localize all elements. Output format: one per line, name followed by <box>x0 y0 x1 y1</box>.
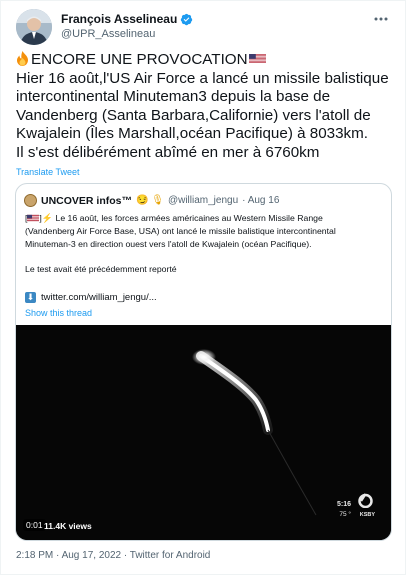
tweet-card: François Asselineau @UPR_Asselineau ENCO… <box>0 0 406 575</box>
quoted-text-line: Le test avait été précédemment reporté <box>25 264 177 275</box>
tweet-text: ENCORE UNE PROVOCATION Hier 16 août,l'US… <box>16 51 400 163</box>
quoted-tweet-header: UNCOVER infos™ 😏 🎙 @william_jengu · Aug … <box>24 194 279 207</box>
down-arrow-emoji-icon: ⬇ <box>25 292 36 303</box>
quoted-author-handle[interactable]: @william_jengu <box>168 195 238 206</box>
tweet-text-line: Hier 16 août,l'US Air Force a lancé un m… <box>16 69 389 87</box>
author-handle[interactable]: @UPR_Asselineau <box>61 28 193 40</box>
tweet-text-line: Kwajalein (Îles Marshall,océan Pacifique… <box>16 125 369 143</box>
lightning-emoji-icon: ⚡ <box>41 213 54 223</box>
quoted-author-avatar[interactable] <box>24 194 37 207</box>
quoted-author-name[interactable]: UNCOVER infos™ <box>41 195 132 207</box>
show-thread-link[interactable]: Show this thread <box>25 308 92 318</box>
quoted-link-text[interactable]: twitter.com/william_jengu/... <box>41 292 157 303</box>
quoted-text-line: Minuteman-3 en direction ouest vers l'at… <box>25 238 312 249</box>
tweet-text-line: Il s'est délibérément abîmé en mer à 676… <box>16 143 320 161</box>
quoted-tweet-date[interactable]: · Aug 16 <box>242 195 279 206</box>
quoted-link[interactable]: ⬇ twitter.com/william_jengu/... <box>25 292 157 303</box>
tweet-text-line: ENCORE UNE PROVOCATION <box>31 51 248 68</box>
tweet-header: François Asselineau @UPR_Asselineau <box>16 9 393 49</box>
video-player[interactable]: 5:16 75 ° KSBY 0:01 11.4K views <box>16 325 391 540</box>
author-name[interactable]: François Asselineau <box>61 12 177 26</box>
quoted-tweet-text: []⚡ Le 16 août, les forces armées améric… <box>25 212 385 276</box>
overlay-channel: KSBY <box>359 512 375 518</box>
tweet-text-line: Vandenberg (Santa Barbara,Californie) ve… <box>16 106 371 124</box>
author-block: François Asselineau @UPR_Asselineau <box>61 12 193 40</box>
us-flag-emoji-icon <box>248 51 266 63</box>
emoji-icon: 😏 🎙 <box>136 195 164 206</box>
overlay-temperature: 75 ° <box>339 511 351 518</box>
overlay-time: 5:16 <box>336 501 351 508</box>
quoted-text-line: Le 16 août, les forces armées américaine… <box>55 213 323 223</box>
video-views: 11.4K views <box>44 521 92 531</box>
quoted-text-line <box>25 250 385 263</box>
translate-tweet-link[interactable]: Translate Tweet <box>16 167 80 177</box>
channel-6-logo-icon <box>357 492 374 509</box>
verified-badge-icon <box>180 13 193 26</box>
tweet-timestamp[interactable]: 2:18 PM · Aug 17, 2022 · Twitter for And… <box>16 550 210 561</box>
more-options-icon[interactable] <box>371 11 391 27</box>
author-avatar[interactable] <box>16 9 52 45</box>
us-flag-emoji-icon <box>27 213 40 222</box>
fire-emoji-icon <box>16 51 29 66</box>
quoted-text-line: (Vandenberg Air Force Base, USA) ont lan… <box>25 225 336 236</box>
quoted-tweet[interactable]: UNCOVER infos™ 😏 🎙 @william_jengu · Aug … <box>15 183 392 541</box>
video-duration: 0:01 <box>23 519 46 531</box>
tweet-text-line: intercontinental Minuteman3 depuis la ba… <box>16 88 331 106</box>
